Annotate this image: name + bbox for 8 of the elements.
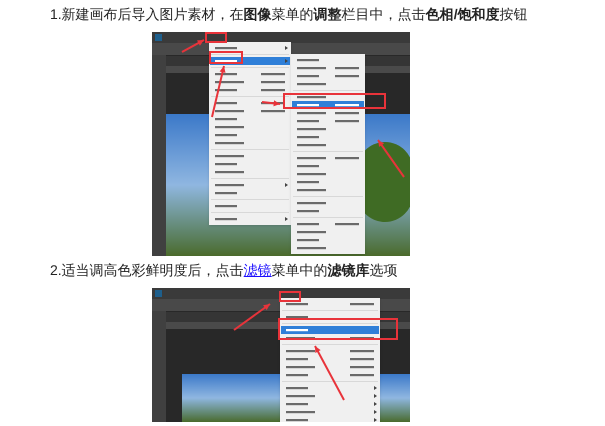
- filter-link[interactable]: 滤镜: [244, 262, 272, 278]
- app-logo-icon: [155, 290, 162, 297]
- step-instruction: 2.适当调高色彩鲜明度后，点击滤镜菜单中的滤镜库选项: [50, 261, 399, 280]
- highlight-frame: [279, 291, 301, 302]
- app-logo-icon: [155, 34, 162, 41]
- step-instruction: 1.新建画布后导入图片素材，在图像菜单的调整栏目中，点击色相/饱和度按钮: [50, 5, 529, 24]
- highlight-frame: [205, 32, 227, 43]
- highlight-frame: [209, 51, 243, 64]
